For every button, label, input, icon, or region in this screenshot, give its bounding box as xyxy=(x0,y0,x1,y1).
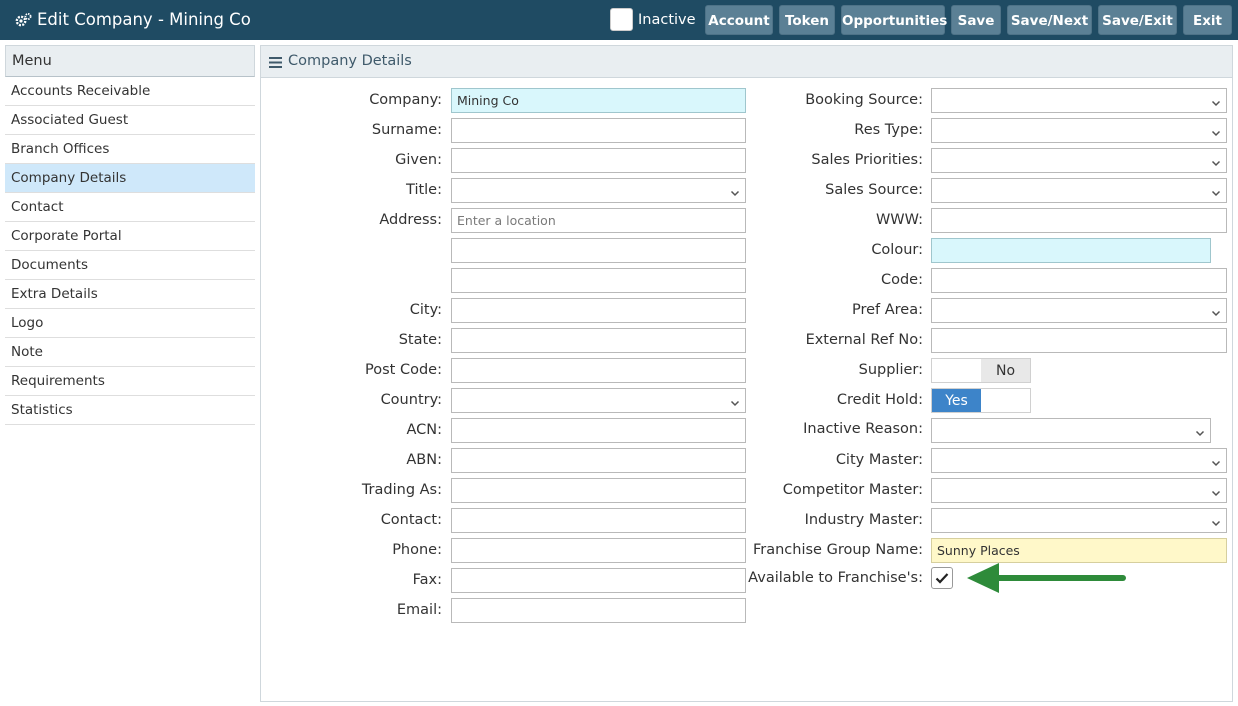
res-type-select[interactable] xyxy=(931,118,1227,143)
country-label: Country: xyxy=(380,392,442,408)
chevron-down-icon xyxy=(1211,96,1221,112)
panel-title: Company Details xyxy=(288,53,412,69)
supplier-toggle-value: No xyxy=(981,359,1030,382)
available-to-franchise-checkbox[interactable] xyxy=(931,567,953,589)
sales-priorities-label: Sales Priorities: xyxy=(811,152,923,168)
franchise-group-label: Franchise Group Name: xyxy=(752,542,923,558)
sidebar-item-extra-details[interactable]: Extra Details xyxy=(5,280,255,309)
green-arrow-icon xyxy=(965,560,1130,600)
sidebar-item-logo[interactable]: Logo xyxy=(5,309,255,338)
industry-master-select[interactable] xyxy=(931,508,1227,533)
sidebar-item-accounts-receivable[interactable]: Accounts Receivable xyxy=(5,77,255,106)
chevron-down-icon xyxy=(1211,456,1221,472)
available-to-franchise-label: Available to Franchise's: xyxy=(748,570,923,586)
supplier-toggle[interactable]: No xyxy=(931,358,1031,383)
sidebar-item-branch-offices[interactable]: Branch Offices xyxy=(5,135,255,164)
contact-label: Contact: xyxy=(380,512,442,528)
city-master-select[interactable] xyxy=(931,448,1227,473)
industry-master-label: Industry Master: xyxy=(804,512,923,528)
www-field[interactable] xyxy=(931,208,1227,233)
sidebar-item-note[interactable]: Note xyxy=(5,338,255,367)
inactive-label: Inactive xyxy=(638,12,696,28)
sales-source-select[interactable] xyxy=(931,178,1227,203)
exit-button[interactable]: Exit xyxy=(1183,5,1232,35)
postcode-label: Post Code: xyxy=(365,362,442,378)
credit-hold-label: Credit Hold: xyxy=(836,392,923,408)
top-bar: Edit Company - Mining Co Inactive Accoun… xyxy=(0,0,1238,40)
www-label: WWW: xyxy=(875,212,923,228)
sidebar-item-statistics[interactable]: Statistics xyxy=(5,396,255,425)
city-master-label: City Master: xyxy=(835,452,923,468)
sidebar-item-contact[interactable]: Contact xyxy=(5,193,255,222)
panel-header: Company Details xyxy=(261,46,1232,78)
external-ref-label: External Ref No: xyxy=(805,332,923,348)
supplier-label: Supplier: xyxy=(858,362,923,378)
city-label: City: xyxy=(409,302,442,318)
chevron-down-icon xyxy=(1211,516,1221,532)
page-title-group: Edit Company - Mining Co xyxy=(14,0,251,40)
page-title: Edit Company - Mining Co xyxy=(37,10,251,29)
sidebar-item-documents[interactable]: Documents xyxy=(5,251,255,280)
res-type-label: Res Type: xyxy=(854,122,923,138)
credit-hold-toggle[interactable]: Yes xyxy=(931,388,1031,413)
save-button[interactable]: Save xyxy=(951,5,1001,35)
competitor-master-select[interactable] xyxy=(931,478,1227,503)
opportunities-button[interactable]: Opportunities xyxy=(841,5,947,35)
email-field[interactable] xyxy=(451,598,746,623)
sales-priorities-select[interactable] xyxy=(931,148,1227,173)
sidebar-item-requirements[interactable]: Requirements xyxy=(5,367,255,396)
sidebar-item-associated-guest[interactable]: Associated Guest xyxy=(5,106,255,135)
code-label: Code: xyxy=(880,272,923,288)
menu-heading: Menu xyxy=(5,45,255,77)
sidebar-menu: Menu Accounts Receivable Associated Gues… xyxy=(5,45,255,425)
account-button[interactable]: Account xyxy=(705,5,773,35)
address-label: Address: xyxy=(379,212,442,228)
hamburger-icon xyxy=(269,56,282,72)
pref-area-label: Pref Area: xyxy=(851,302,923,318)
chevron-down-icon xyxy=(1195,426,1205,442)
booking-source-select[interactable] xyxy=(931,88,1227,113)
chevron-down-icon xyxy=(1211,306,1221,322)
pref-area-select[interactable] xyxy=(931,298,1227,323)
state-label: State: xyxy=(398,332,442,348)
inactive-checkbox[interactable] xyxy=(610,8,633,31)
external-ref-field[interactable] xyxy=(931,328,1227,353)
token-button[interactable]: Token xyxy=(779,5,835,35)
title-label: Title: xyxy=(406,182,442,198)
surname-label: Surname: xyxy=(371,122,442,138)
email-label: Email: xyxy=(396,602,442,618)
competitor-master-label: Competitor Master: xyxy=(782,482,923,498)
colour-field[interactable] xyxy=(931,238,1211,263)
credit-hold-toggle-value: Yes xyxy=(932,389,981,412)
given-label: Given: xyxy=(395,152,442,168)
company-label: Company: xyxy=(369,92,442,108)
colour-label: Colour: xyxy=(871,242,923,258)
chevron-down-icon xyxy=(1211,126,1221,142)
save-exit-button[interactable]: Save/Exit xyxy=(1098,5,1177,35)
sales-source-label: Sales Source: xyxy=(825,182,923,198)
fax-label: Fax: xyxy=(412,572,442,588)
sidebar-item-corporate-portal[interactable]: Corporate Portal xyxy=(5,222,255,251)
chevron-down-icon xyxy=(1211,186,1221,202)
chevron-down-icon xyxy=(1211,156,1221,172)
booking-source-label: Booking Source: xyxy=(805,92,923,108)
phone-label: Phone: xyxy=(392,542,442,558)
inactive-reason-select[interactable] xyxy=(931,418,1211,443)
trading-as-label: Trading As: xyxy=(361,482,442,498)
acn-label: ACN: xyxy=(406,422,442,438)
gears-icon xyxy=(14,12,32,28)
abn-label: ABN: xyxy=(406,452,442,468)
chevron-down-icon xyxy=(1211,486,1221,502)
save-next-button[interactable]: Save/Next xyxy=(1007,5,1092,35)
inactive-reason-label: Inactive Reason: xyxy=(803,421,923,437)
sidebar-item-company-details[interactable]: Company Details xyxy=(5,164,255,193)
code-field[interactable] xyxy=(931,268,1227,293)
